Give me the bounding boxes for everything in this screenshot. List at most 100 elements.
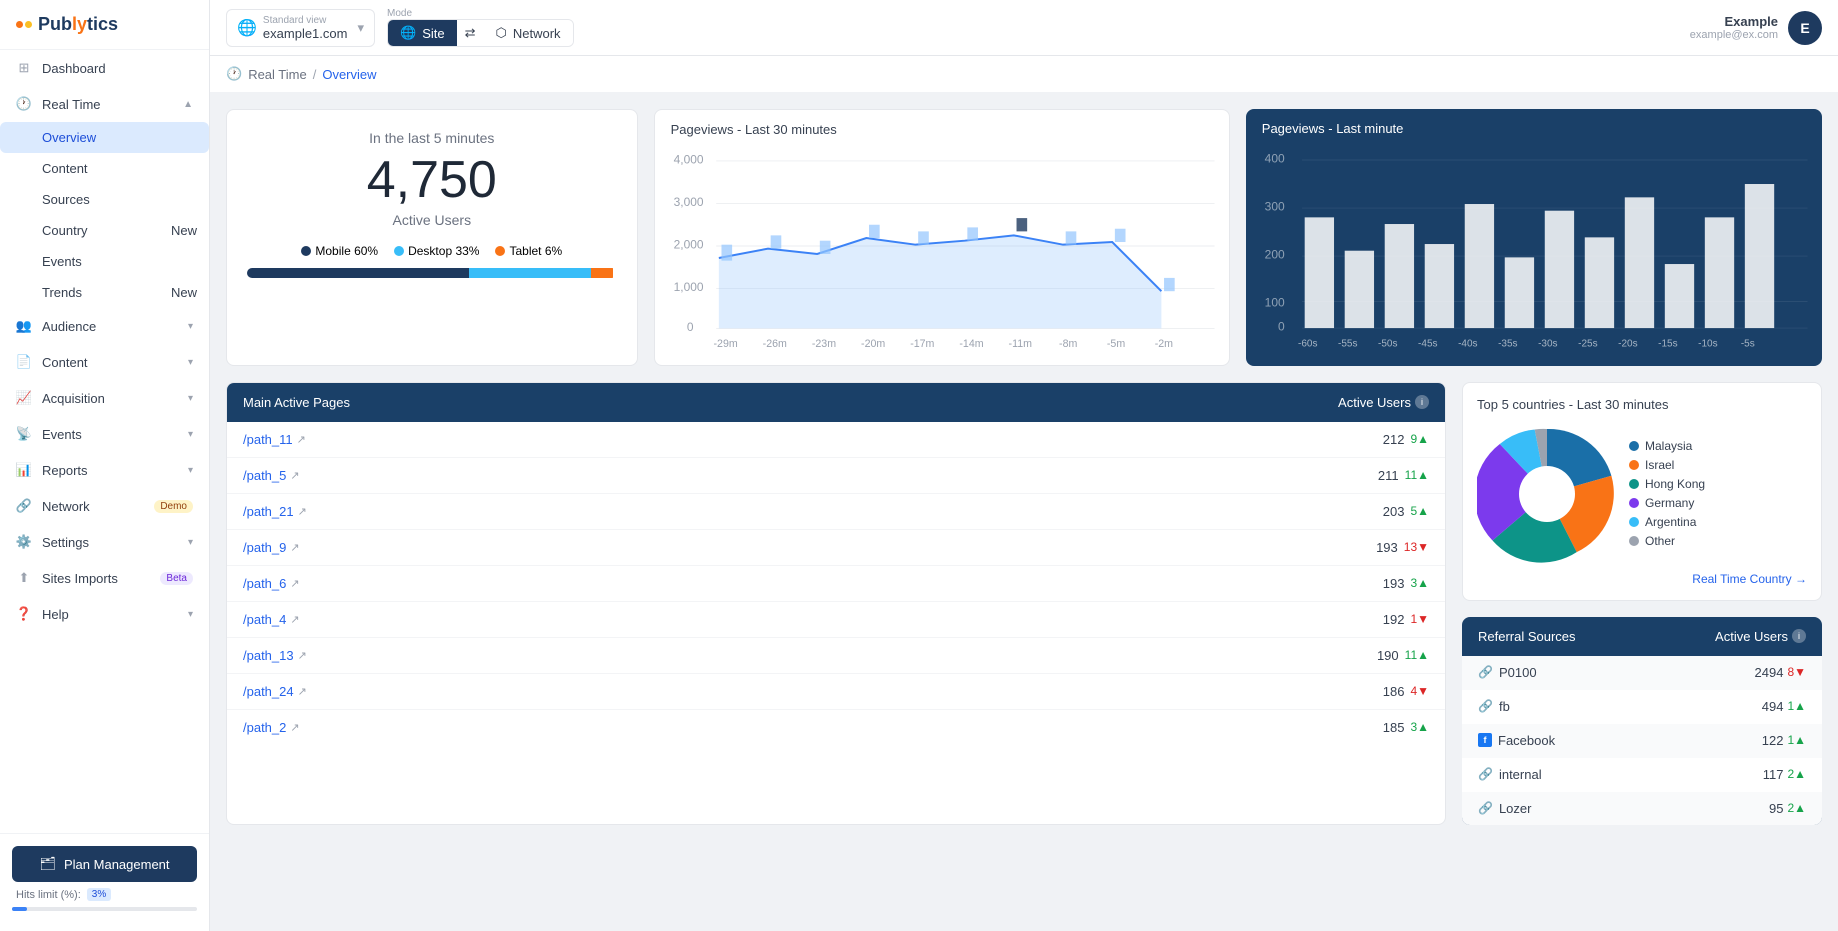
upload-icon: ⬆ xyxy=(16,570,32,586)
top5-countries-card: Top 5 countries - Last 30 minutes xyxy=(1462,382,1822,601)
svg-text:-17m: -17m xyxy=(910,338,934,350)
topbar-right: Example example@ex.com E xyxy=(1690,11,1822,45)
table-row-path[interactable]: /path_24 ↗ xyxy=(243,684,1383,699)
sidebar-item-reports[interactable]: 📊 Reports ▾ xyxy=(0,452,209,488)
sidebar-item-acquisition[interactable]: 📈 Acquisition ▾ xyxy=(0,380,209,416)
ref-source-name[interactable]: 🔗 fb xyxy=(1478,699,1762,714)
svg-text:-25s: -25s xyxy=(1578,339,1597,350)
table-row-path[interactable]: /path_13 ↗ xyxy=(243,648,1377,663)
svg-text:-15s: -15s xyxy=(1658,339,1677,350)
table-row-path[interactable]: /path_4 ↗ xyxy=(243,612,1383,627)
sidebar-item-content[interactable]: Content xyxy=(0,153,209,184)
sidebar-item-country[interactable]: Country New xyxy=(0,215,209,246)
external-link-icon: ↗ xyxy=(298,649,307,662)
plan-management-button[interactable]: 🗂 Plan Management xyxy=(12,846,197,882)
trends-new-badge: New xyxy=(171,285,197,300)
table-row-users: 185 3▲ xyxy=(1383,720,1429,735)
desktop-dot xyxy=(394,246,404,256)
referral-sources-card: Referral Sources Active Users i 🔗 P0100 … xyxy=(1462,617,1822,825)
pie-legend: Malaysia Israel Hong Kong xyxy=(1629,439,1705,548)
chevron-down-icon: ▾ xyxy=(188,321,193,332)
pageviews-1m-card: Pageviews - Last minute 400 300 200 100 … xyxy=(1246,109,1822,366)
globe-icon: 🌐 xyxy=(237,18,257,38)
sidebar-item-help[interactable]: ❓ Help ▾ xyxy=(0,596,209,632)
mobile-dot xyxy=(301,246,311,256)
tablet-pct: Tablet 6% xyxy=(509,244,562,258)
table-row-users: 186 4▼ xyxy=(1383,684,1429,699)
site-selector[interactable]: 🌐 Standard view example1.com ▾ xyxy=(226,9,375,47)
sidebar-item-overview[interactable]: Overview xyxy=(0,122,209,153)
breadcrumb-section[interactable]: Real Time xyxy=(248,67,307,82)
sidebar-item-content2[interactable]: 📄 Content ▾ xyxy=(0,344,209,380)
mode-switch-icon[interactable]: ⇄ xyxy=(457,20,484,46)
table-row: /path_13 ↗ 190 11▲ xyxy=(227,638,1445,674)
change-indicator: 11▲ xyxy=(1405,648,1429,662)
users-icon: 👥 xyxy=(16,318,32,334)
avatar[interactable]: E xyxy=(1788,11,1822,45)
legend-other: Other xyxy=(1629,534,1705,548)
breadcrumb-current: Overview xyxy=(322,67,376,82)
change-indicator: 3▲ xyxy=(1410,720,1429,734)
external-link-icon: ↗ xyxy=(290,541,299,554)
sidebar-item-sources[interactable]: Sources xyxy=(0,184,209,215)
table-row-path[interactable]: /path_2 ↗ xyxy=(243,720,1383,735)
table-row-path[interactable]: /path_9 ↗ xyxy=(243,540,1376,555)
ref-source-name[interactable]: 🔗 P0100 xyxy=(1478,665,1755,680)
legend-hongkong: Hong Kong xyxy=(1629,477,1705,491)
ref-source-name[interactable]: 🔗 Lozer xyxy=(1478,801,1769,816)
svg-text:-35s: -35s xyxy=(1498,339,1517,350)
table-row: /path_21 ↗ 203 5▲ xyxy=(227,494,1445,530)
referral-row: f Facebook 122 1▲ xyxy=(1462,724,1822,758)
ref-change: 2▲ xyxy=(1787,767,1806,781)
ref-source-name[interactable]: f Facebook xyxy=(1478,733,1762,748)
info-icon: i xyxy=(1415,395,1429,409)
link-icon: 🔗 xyxy=(1478,665,1493,679)
col-users-header: Active Users i xyxy=(1338,395,1429,410)
sidebar-bottom: 🗂 Plan Management Hits limit (%): 3% xyxy=(0,833,209,931)
sidebar-item-trends[interactable]: Trends New xyxy=(0,277,209,308)
table-row: /path_4 ↗ 192 1▼ xyxy=(227,602,1445,638)
sidebar-item-dashboard[interactable]: ⊞ Dashboard xyxy=(0,50,209,86)
svg-text:0: 0 xyxy=(1278,320,1285,334)
referral-title: Referral Sources xyxy=(1478,629,1576,644)
ref-change: 8▼ xyxy=(1787,665,1806,679)
table-row-path[interactable]: /path_5 ↗ xyxy=(243,468,1378,483)
site-name: example1.com xyxy=(263,26,348,41)
table-row-path[interactable]: /path_6 ↗ xyxy=(243,576,1383,591)
external-link-icon: ↗ xyxy=(290,613,299,626)
legend-argentina: Argentina xyxy=(1629,515,1705,529)
argentina-dot xyxy=(1629,517,1639,527)
table-row-path[interactable]: /path_11 ↗ xyxy=(243,432,1383,447)
legend-malaysia: Malaysia xyxy=(1629,439,1705,453)
svg-text:-23m: -23m xyxy=(811,338,835,350)
table-row: /path_24 ↗ 186 4▼ xyxy=(227,674,1445,710)
table-row-path[interactable]: /path_21 ↗ xyxy=(243,504,1383,519)
real-time-country-link[interactable]: Real Time Country → xyxy=(1477,572,1807,586)
sidebar-item-sitesimports[interactable]: ⬆ Sites Imports Beta xyxy=(0,560,209,596)
ref-source-name[interactable]: 🔗 internal xyxy=(1478,767,1763,782)
external-link-icon: ↗ xyxy=(290,721,299,734)
standard-view-label: Standard view xyxy=(263,15,348,26)
sidebar-item-network[interactable]: 🔗 Network Demo xyxy=(0,488,209,524)
legend-germany: Germany xyxy=(1629,496,1705,510)
sidebar-item-realtime[interactable]: 🕐 Real Time ▲ xyxy=(0,86,209,122)
external-link-icon: ↗ xyxy=(298,505,307,518)
mode-site-button[interactable]: 🌐 Site xyxy=(388,20,457,46)
hits-label: Hits limit (%): 3% xyxy=(12,882,197,903)
legend-israel: Israel xyxy=(1629,458,1705,472)
sidebar-item-events2[interactable]: 📡 Events ▾ xyxy=(0,416,209,452)
au-progress-bar xyxy=(247,268,617,278)
mode-network-button[interactable]: ⬡ Network xyxy=(484,20,573,46)
link-icon: 🔗 xyxy=(1478,699,1493,713)
main-active-pages-table: Main Active Pages Active Users i /path_1… xyxy=(226,382,1446,825)
sidebar-item-events[interactable]: Events xyxy=(0,246,209,277)
pie-chart xyxy=(1477,424,1617,564)
mode-label: Mode xyxy=(387,8,574,19)
hongkong-dot xyxy=(1629,479,1639,489)
svg-text:-60s: -60s xyxy=(1298,339,1317,350)
sidebar-item-settings[interactable]: ⚙️ Settings ▾ xyxy=(0,524,209,560)
sidebar-item-audience[interactable]: 👥 Audience ▾ xyxy=(0,308,209,344)
mobile-legend: Mobile 60% xyxy=(301,244,378,258)
au-label: Active Users xyxy=(393,212,472,228)
user-info: Example example@ex.com xyxy=(1690,14,1778,41)
